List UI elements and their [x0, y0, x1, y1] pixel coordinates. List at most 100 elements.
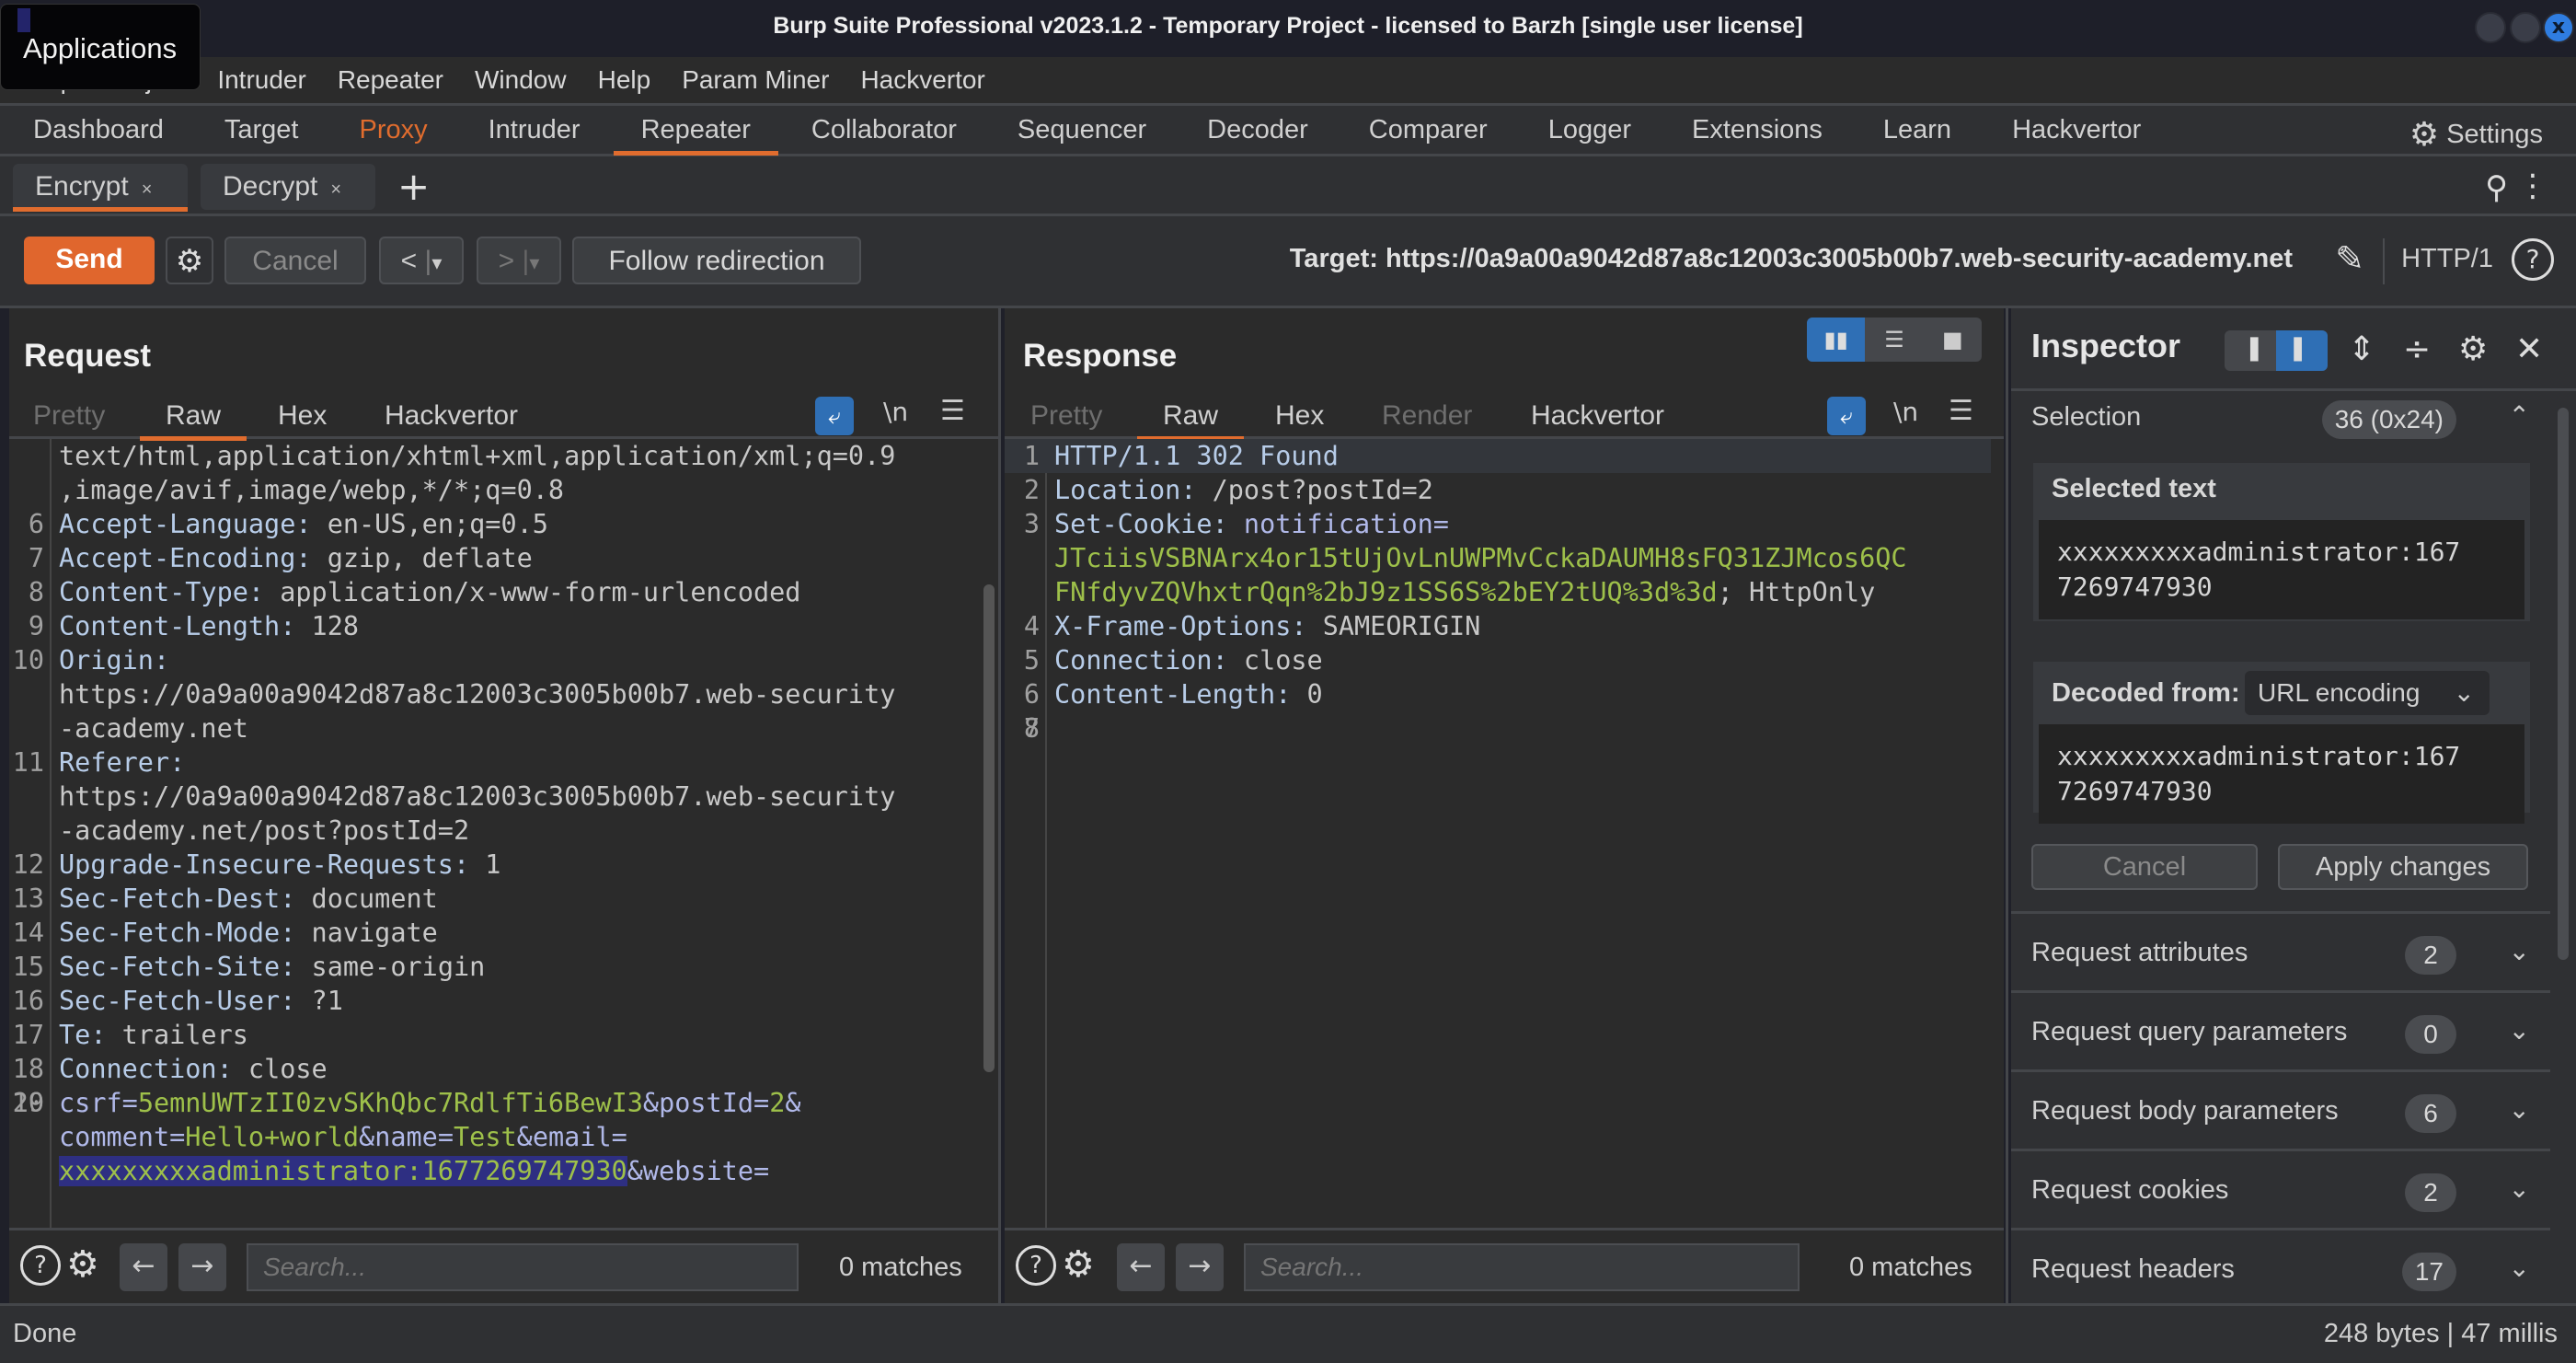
inspector-cancel-button[interactable]: Cancel	[2031, 844, 2258, 890]
tab-extensions[interactable]: Extensions	[1692, 106, 1823, 154]
previous-match-button[interactable]: ←	[1117, 1243, 1165, 1291]
response-tab-hex[interactable]: Hex	[1275, 393, 1324, 439]
param-name: comment	[59, 1122, 170, 1152]
request-tab-hackvertor[interactable]: Hackvertor	[385, 393, 518, 439]
follow-redirection-button[interactable]: Follow redirection	[572, 237, 861, 284]
menu-icon[interactable]: ☰	[1949, 395, 1973, 427]
tab-learn[interactable]: Learn	[1883, 106, 1951, 154]
menu-intruder[interactable]: Intruder	[217, 65, 306, 95]
dropdown-arrow-icon[interactable]: ▾	[431, 251, 442, 274]
cancel-button[interactable]: Cancel	[224, 237, 366, 284]
edit-target-icon[interactable]: ✎	[2335, 238, 2364, 279]
close-window-button[interactable]: x	[2543, 12, 2574, 43]
chevron-up-icon[interactable]: ⌃	[2509, 400, 2530, 431]
next-match-button[interactable]: →	[178, 1243, 226, 1291]
dock-left-icon[interactable]: ▐	[2225, 330, 2276, 371]
send-options-button[interactable]: ⚙	[166, 237, 213, 284]
panel-divider[interactable]	[998, 308, 1001, 1303]
header-name: Connection:	[59, 1054, 233, 1084]
gear-icon[interactable]: ⚙	[1062, 1243, 1095, 1286]
target-url: Target: https://0a9a00a9042d87a8c12003c3…	[1289, 244, 2293, 273]
section-label: Request attributes	[2031, 938, 2248, 967]
repeater-tab-encrypt[interactable]: Encrypt ×	[13, 164, 188, 212]
close-icon[interactable]: ✕	[2515, 330, 2543, 368]
request-tab-pretty[interactable]: Pretty	[33, 393, 105, 439]
selected-text-value[interactable]: xxxxxxxxxadministrator:167 7269747930	[2039, 520, 2524, 619]
word-wrap-icon[interactable]: ⤶	[1827, 397, 1866, 435]
tab-decoder[interactable]: Decoder	[1207, 106, 1308, 154]
expand-all-icon[interactable]: ⇕	[2348, 330, 2375, 368]
tab-repeater[interactable]: Repeater	[613, 106, 779, 156]
request-editor[interactable]: text/html,application/xhtml+xml,applicat…	[9, 439, 985, 1228]
request-tab-raw[interactable]: Raw	[139, 393, 247, 441]
layout-stacked-icon[interactable]: ☰	[1865, 318, 1923, 362]
response-editor[interactable]: 1 HTTP/1.1 302 Found 2 Location: /post?pos…	[1005, 439, 1991, 1228]
settings-button[interactable]: ⚙ Settings	[2409, 115, 2543, 154]
tab-logger[interactable]: Logger	[1548, 106, 1631, 154]
layout-tabs-icon[interactable]: ■	[1924, 318, 1982, 362]
response-search-input[interactable]	[1244, 1243, 1800, 1291]
selected-param-value[interactable]: xxxxxxxxxadministrator:1677269747930	[59, 1156, 627, 1186]
dock-right-icon[interactable]: ▌	[2276, 330, 2328, 371]
menu-repeater[interactable]: Repeater	[338, 65, 443, 95]
tab-hackvertor[interactable]: Hackvertor	[2012, 106, 2141, 154]
section-request-cookies[interactable]: Request cookies 2 ⌄	[2011, 1151, 2550, 1230]
section-request-body-parameters[interactable]: Request body parameters 6 ⌄	[2011, 1072, 2550, 1151]
request-search-input[interactable]	[247, 1243, 799, 1291]
menu-icon[interactable]: ☰	[940, 395, 965, 427]
tab-collaborator[interactable]: Collaborator	[811, 106, 957, 154]
apply-changes-button[interactable]: Apply changes	[2278, 844, 2528, 890]
menu-help[interactable]: Help	[598, 65, 651, 95]
history-back-button[interactable]: < |▾	[379, 237, 464, 284]
menu-window[interactable]: Window	[475, 65, 567, 95]
response-tab-hackvertor[interactable]: Hackvertor	[1531, 393, 1664, 439]
request-body-line: xxxxxxxxxadministrator:1677269747930&web…	[59, 1156, 770, 1186]
maximize-button[interactable]	[2510, 12, 2541, 43]
section-request-attributes[interactable]: Request attributes 2 ⌄	[2011, 914, 2550, 993]
newline-toggle-icon[interactable]: \n	[883, 397, 908, 427]
tab-proxy[interactable]: Proxy	[359, 106, 427, 154]
newline-toggle-icon[interactable]: \n	[1893, 397, 1918, 427]
response-tab-render[interactable]: Render	[1382, 393, 1472, 439]
tab-dashboard[interactable]: Dashboard	[33, 106, 164, 154]
section-request-query-parameters[interactable]: Request query parameters 0 ⌄	[2011, 993, 2550, 1072]
response-tab-raw[interactable]: Raw	[1136, 393, 1245, 441]
http-version-selector[interactable]: HTTP/1	[2401, 244, 2493, 274]
tab-comparer[interactable]: Comparer	[1369, 106, 1488, 154]
word-wrap-icon[interactable]: ⤶	[815, 397, 854, 435]
close-tab-icon[interactable]: ×	[142, 179, 153, 200]
next-match-button[interactable]: →	[1176, 1243, 1224, 1291]
tab-target[interactable]: Target	[224, 106, 299, 154]
gear-icon[interactable]: ⚙	[66, 1243, 99, 1286]
menu-hackvertor[interactable]: Hackvertor	[860, 65, 984, 95]
panel-divider[interactable]	[2006, 308, 2008, 1303]
layout-side-by-side-icon[interactable]: ▮▮	[1807, 318, 1866, 362]
dropdown-arrow-icon[interactable]: ▾	[529, 251, 539, 274]
add-tab-icon[interactable]: +	[397, 164, 430, 209]
decoded-text-value[interactable]: xxxxxxxxxadministrator:167 7269747930	[2039, 724, 2524, 824]
history-forward-button[interactable]: > |▾	[477, 237, 561, 284]
arrow-right-icon: →	[190, 1250, 214, 1282]
request-tab-hex[interactable]: Hex	[278, 393, 327, 439]
tab-intruder[interactable]: Intruder	[489, 106, 581, 154]
minimize-button[interactable]	[2475, 12, 2506, 43]
request-scrollbar[interactable]	[983, 584, 995, 1072]
inspector-scrollbar[interactable]	[2558, 408, 2569, 960]
send-button[interactable]: Send	[24, 237, 155, 284]
tab-sequencer[interactable]: Sequencer	[1018, 106, 1146, 154]
decoding-dropdown[interactable]: URL encoding ⌄	[2245, 671, 2490, 715]
help-icon[interactable]: ?	[2512, 238, 2554, 281]
gear-icon[interactable]: ⚙	[2458, 330, 2488, 368]
menu-param-miner[interactable]: Param Miner	[682, 65, 829, 95]
response-tab-pretty[interactable]: Pretty	[1030, 393, 1102, 439]
previous-match-button[interactable]: ←	[120, 1243, 167, 1291]
help-icon[interactable]: ?	[1016, 1245, 1056, 1286]
repeater-tab-decrypt[interactable]: Decrypt ×	[201, 164, 375, 210]
collapse-all-icon[interactable]: ÷	[2403, 330, 2431, 368]
more-options-icon[interactable]: ⋮	[2517, 167, 2548, 204]
search-icon[interactable]: ⚲	[2485, 169, 2508, 206]
close-tab-icon[interactable]: ×	[330, 179, 341, 200]
line-number: 18	[12, 1054, 44, 1084]
help-icon[interactable]: ?	[20, 1245, 61, 1286]
section-request-headers[interactable]: Request headers 17 ⌄	[2011, 1230, 2550, 1310]
